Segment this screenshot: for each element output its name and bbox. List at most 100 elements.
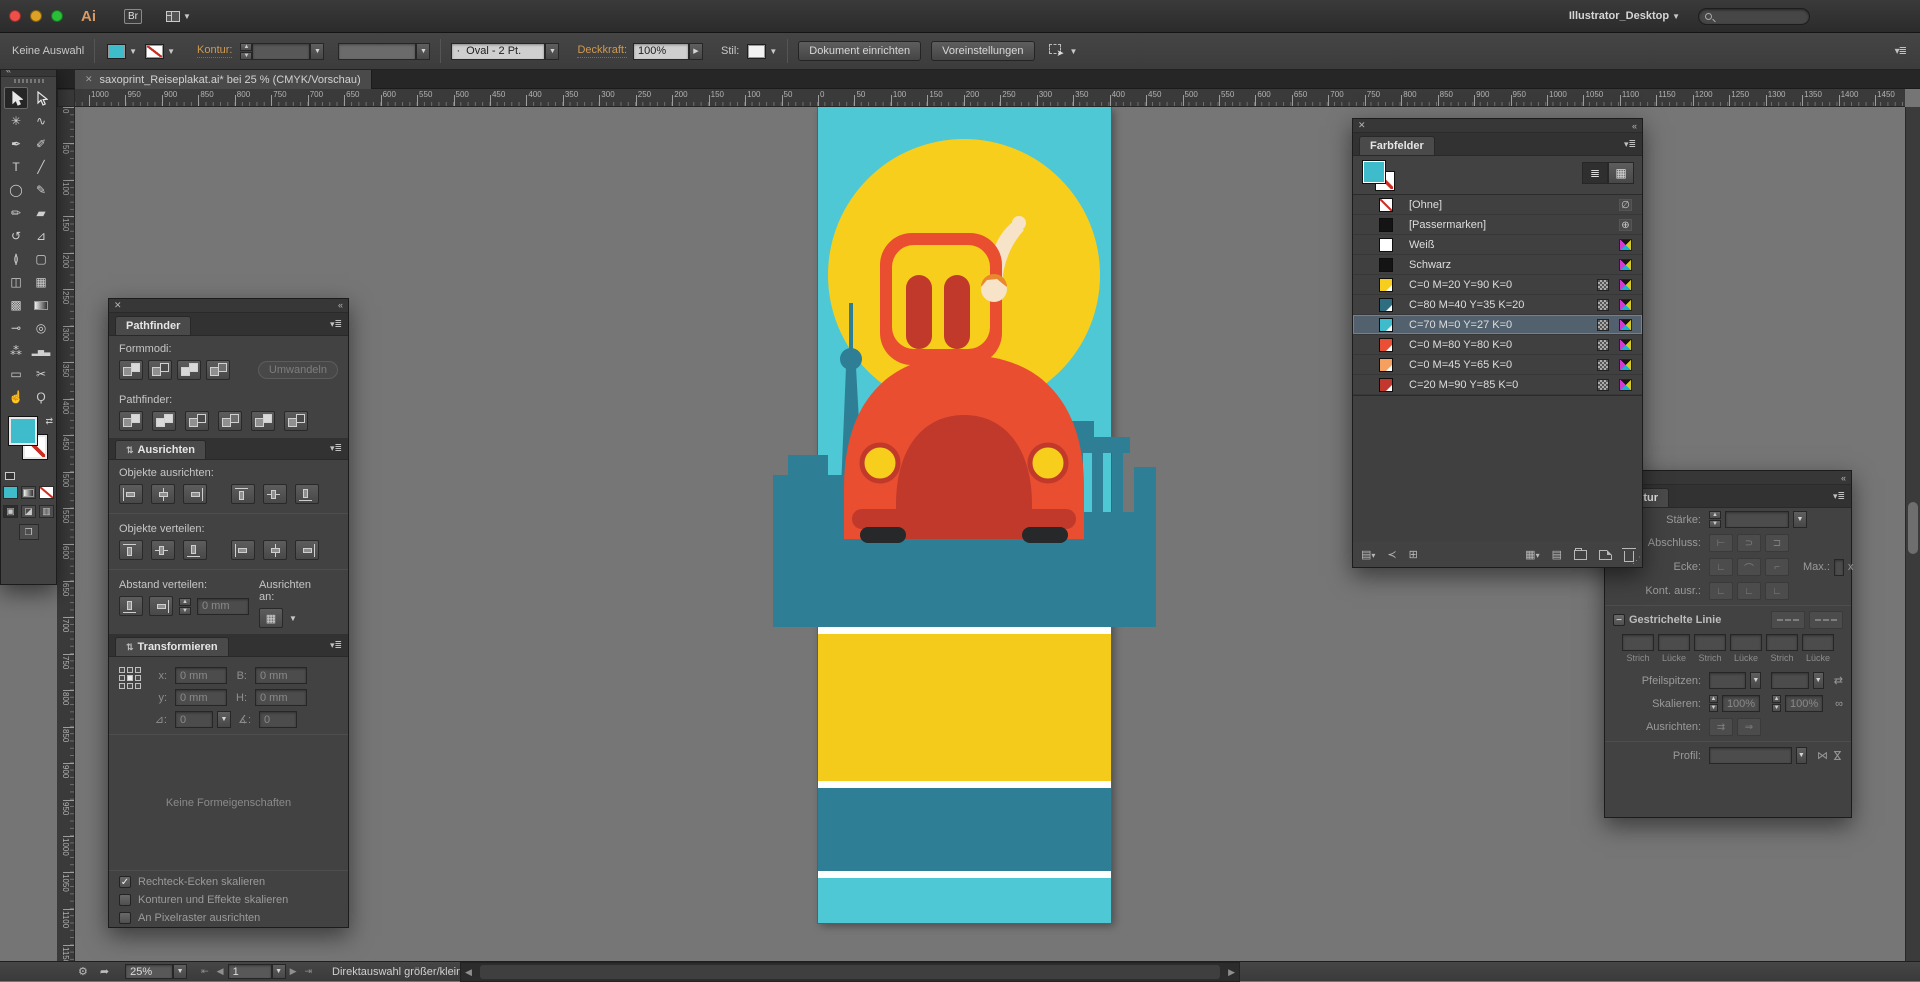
align-to-button[interactable]: ▦ [259,608,283,628]
x-field[interactable]: 0 mm [175,667,227,684]
chevron-down-icon[interactable]: ▼ [769,47,777,56]
dash-field[interactable] [1658,634,1690,651]
style-chip[interactable] [747,44,766,59]
cursor-options-icon[interactable]: ➤ [1049,44,1067,58]
none-mode-button[interactable] [39,486,54,499]
swatch-list-empty-area[interactable] [1353,396,1642,542]
vertical-ruler[interactable]: 0501001502002503003504004505005506006507… [57,107,75,961]
zoom-level-field[interactable]: 25% [125,964,173,979]
arrow-end-align-button[interactable]: ⇒ [1737,718,1761,736]
first-artboard-icon[interactable]: ⇤ [201,966,209,977]
checkbox[interactable]: ✓ [119,894,131,906]
resize-grip[interactable]: ⋰ [1632,555,1640,566]
bevel-join-button[interactable]: ⌐ [1765,558,1789,576]
trim-button[interactable] [152,411,176,431]
swatch-row[interactable]: [Ohne]∅ [1353,195,1642,215]
default-fill-stroke-icon[interactable] [5,472,15,480]
crop-button[interactable] [218,411,242,431]
grid-view-button[interactable]: ▦ [1608,162,1634,184]
vertical-spacing-button[interactable] [119,596,143,616]
swap-fill-stroke-icon[interactable]: ⇄ [45,416,53,427]
eraser-tool[interactable]: ▰ [29,202,53,224]
search-box[interactable] [1698,8,1810,25]
align-left-button[interactable] [119,484,143,504]
preserve-dash-button[interactable] [1771,611,1805,629]
butt-cap-button[interactable]: ⊢ [1709,534,1733,552]
minus-front-button[interactable] [148,360,172,380]
expand-icon[interactable]: ⇅ [126,445,134,456]
chevron-down-icon[interactable]: ▼ [416,43,430,60]
collapse-panel-icon[interactable]: « [1632,121,1637,131]
opacity-link[interactable]: Deckkraft: [577,44,627,58]
list-view-button[interactable]: ≣ [1582,162,1608,184]
shape-builder-tool[interactable]: ◫ [4,271,28,293]
perspective-grid-tool[interactable]: ▦ [29,271,53,293]
swatch-options-icon[interactable]: ▤ [1552,548,1562,561]
workspace-switcher[interactable]: Illustrator_Desktop [1569,10,1669,22]
preferences-button[interactable]: Voreinstellungen [931,41,1034,61]
arrowhead-start-field[interactable] [1709,672,1746,689]
dash-field[interactable] [1622,634,1654,651]
stroke-center-button[interactable]: ∟ [1709,582,1733,600]
swatch-row[interactable]: C=70 M=0 Y=27 K=0 [1353,315,1642,335]
fill-proxy-swatch[interactable] [8,416,38,446]
chevron-down-icon[interactable]: ▼ [1793,511,1807,528]
tab-swatches[interactable]: Farbfelder [1359,136,1435,155]
tab-pathfinder[interactable]: Pathfinder [115,316,191,335]
miter-join-button[interactable]: ∟ [1709,558,1733,576]
spacing-field[interactable]: 0 mm [197,598,249,615]
distribute-center-h-button[interactable] [263,540,287,560]
spacing-stepper[interactable]: ▲▼ [179,598,191,615]
arrowhead-end-field[interactable] [1771,672,1808,689]
swatch-row[interactable]: C=20 M=90 Y=85 K=0 [1353,375,1642,395]
miter-limit-field[interactable] [1834,559,1844,576]
mesh-tool[interactable]: ▩ [4,294,28,316]
panel-header[interactable]: ✕ « [1353,119,1642,133]
distribute-top-button[interactable] [119,540,143,560]
align-center-v-button[interactable] [263,484,287,504]
column-graph-tool[interactable]: ▂▅▃ [29,340,53,362]
dash-field[interactable] [1802,634,1834,651]
chevron-down-icon[interactable]: ▼ [289,614,297,623]
swatch-kinds-icon[interactable]: ▦▾ [1525,548,1539,561]
fill-proxy-swatch[interactable] [1362,160,1386,184]
horizontal-scrollbar-thumb[interactable] [480,965,1220,979]
scroll-left-icon[interactable]: ◀ [465,967,472,978]
symbol-sprayer-tool[interactable]: ⁂ [4,340,28,362]
paintbrush-tool[interactable]: ✎ [29,179,53,201]
brush-definition-field[interactable]: ·Oval - 2 Pt. [451,43,545,60]
close-window-icon[interactable] [9,10,21,22]
arrow-tip-align-button[interactable]: ⇉ [1709,718,1733,736]
align-bottom-button[interactable] [295,484,319,504]
distribute-center-v-button[interactable] [151,540,175,560]
stroke-outside-button[interactable]: ∟ [1765,582,1789,600]
vertical-scrollbar-thumb[interactable] [1908,502,1918,554]
distribute-left-button[interactable] [231,540,255,560]
checkbox[interactable]: ✓ [119,912,131,924]
chevron-down-icon[interactable]: ▼ [310,43,324,60]
profile-field[interactable] [1709,747,1792,764]
color-themes-icon[interactable]: ≺ [1387,548,1396,561]
color-mode-button[interactable] [3,486,18,499]
chevron-down-icon[interactable]: ▼ [1070,47,1078,56]
scroll-right-icon[interactable]: ▶ [1228,967,1235,978]
divide-button[interactable] [119,411,143,431]
horizontal-ruler[interactable]: 1000950900850800750700650600550500450400… [75,89,1905,107]
screen-mode-icon[interactable]: ❐ [19,524,39,540]
minus-back-button[interactable] [284,411,308,431]
next-artboard-icon[interactable]: ▶ [290,966,297,977]
line-segment-tool[interactable]: ╱ [29,156,53,178]
chevron-down-icon[interactable]: ▼ [1796,747,1807,764]
minimize-window-icon[interactable] [30,10,42,22]
pen-tool[interactable]: ✒ [4,133,28,155]
new-color-group-icon[interactable] [1574,550,1587,560]
distribute-bottom-button[interactable] [183,540,207,560]
collapse-panel-icon[interactable]: « [338,300,343,310]
magic-wand-tool[interactable]: ✳ [4,110,28,132]
unite-button[interactable] [119,360,143,380]
merge-button[interactable] [185,411,209,431]
width-tool[interactable]: ≬ [4,248,28,270]
draw-behind-icon[interactable]: ◪ [21,505,36,518]
dashed-line-checkbox[interactable]: − [1613,614,1625,626]
arrange-documents-icon[interactable] [166,11,180,22]
